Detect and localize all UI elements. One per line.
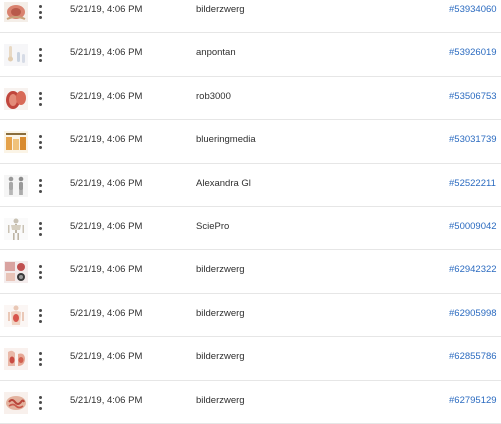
more-options-icon[interactable]: [35, 350, 45, 368]
list-item[interactable]: 5/21/19, 4:06 PM blueringmedia #53031739: [0, 120, 501, 164]
list-item[interactable]: 5/21/19, 4:06 PM rob3000 #53506753: [0, 77, 501, 121]
author-name: bilderzwerg: [196, 4, 245, 15]
kidney-organ-thumbnail[interactable]: [3, 86, 29, 112]
asset-id-link[interactable]: #62795129: [449, 395, 497, 406]
more-options-icon[interactable]: [35, 3, 45, 21]
more-options-icon[interactable]: [35, 394, 45, 412]
list-item[interactable]: 5/21/19, 4:06 PM SciePro #50009042: [0, 207, 501, 251]
asset-id-link[interactable]: #52522211: [449, 178, 496, 189]
author-name: SciePro: [196, 220, 230, 232]
asset-id-link[interactable]: #62905998: [449, 308, 497, 319]
author-name: anpontan: [196, 47, 236, 59]
asset-id-link[interactable]: #62855786: [449, 351, 497, 362]
asset-id-link[interactable]: #62942322: [449, 264, 497, 275]
asset-id-link[interactable]: #53934060: [449, 4, 497, 15]
list-item[interactable]: 5/21/19, 4:06 PM bilderzwerg #53934060: [0, 0, 501, 34]
date-modified: 5/21/19, 4:06 PM: [70, 394, 143, 406]
more-options-icon[interactable]: [35, 307, 45, 325]
torso-anatomy-thumbnail[interactable]: [3, 303, 29, 329]
date-modified: 5/21/19, 4:06 PM: [70, 134, 143, 146]
date-modified: 5/21/19, 4:06 PM: [70, 220, 143, 232]
list-item[interactable]: 5/21/19, 4:06 PM bilderzwerg #62795129: [0, 381, 501, 424]
more-options-icon[interactable]: [35, 220, 45, 238]
asset-id-link[interactable]: #53926019: [449, 47, 497, 58]
date-modified: 5/21/19, 4:06 PM: [70, 90, 143, 102]
author-name: Alexandra Gl: [196, 177, 251, 189]
author-name: bilderzwerg: [196, 307, 245, 319]
list-item[interactable]: 5/21/19, 4:06 PM bilderzwerg #62905998: [0, 294, 501, 338]
author-name: blueringmedia: [196, 134, 256, 146]
date-modified: 5/21/19, 4:06 PM: [70, 264, 143, 276]
medical-collage-thumbnail[interactable]: [3, 259, 29, 285]
digestive-anatomy-thumbnail[interactable]: [3, 346, 29, 372]
date-modified: 5/21/19, 4:06 PM: [70, 47, 143, 59]
anatomy-organ-thumbnail[interactable]: [3, 0, 29, 25]
list-item[interactable]: 5/21/19, 4:06 PM anpontan #53926019: [0, 33, 501, 77]
date-modified: 5/21/19, 4:06 PM: [70, 307, 143, 319]
more-options-icon[interactable]: [35, 177, 45, 195]
more-options-icon[interactable]: [35, 263, 45, 281]
author-name: rob3000: [196, 90, 231, 102]
author-name: bilderzwerg: [196, 394, 245, 406]
asset-list: 5/21/19, 4:06 PM bilderzwerg #53934060 5…: [0, 0, 501, 424]
list-item[interactable]: 5/21/19, 4:06 PM bilderzwerg #62942322: [0, 250, 501, 294]
asset-id-link[interactable]: #50009042: [449, 221, 497, 232]
date-modified: 5/21/19, 4:06 PM: [70, 177, 143, 189]
list-item[interactable]: 5/21/19, 4:06 PM bilderzwerg #62855786: [0, 337, 501, 381]
asset-id-link[interactable]: #53506753: [449, 91, 497, 102]
more-options-icon[interactable]: [35, 90, 45, 108]
asset-id-link[interactable]: #53031739: [449, 134, 497, 145]
more-options-icon[interactable]: [35, 46, 45, 64]
bone-joint-thumbnail[interactable]: [3, 42, 29, 68]
human-figures-thumbnail[interactable]: [3, 173, 29, 199]
date-modified: 5/21/19, 4:06 PM: [70, 351, 143, 363]
list-item[interactable]: 5/21/19, 4:06 PM Alexandra Gl #52522211: [0, 164, 501, 207]
infographic-chart-thumbnail[interactable]: [3, 129, 29, 155]
more-options-icon[interactable]: [35, 133, 45, 151]
author-name: bilderzwerg: [196, 351, 245, 363]
date-modified: 5/21/19, 4:06 PM: [70, 4, 143, 15]
skeleton-thumbnail[interactable]: [3, 216, 29, 242]
author-name: bilderzwerg: [196, 264, 245, 276]
